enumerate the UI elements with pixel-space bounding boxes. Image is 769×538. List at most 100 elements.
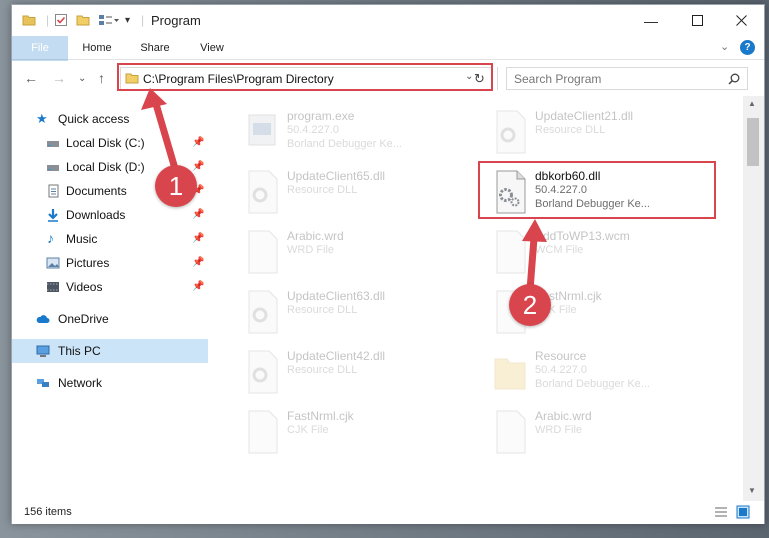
file-item[interactable]: program.exe 50.4.227.0 Borland Debugger … (239, 105, 469, 163)
file-item[interactable]: UpdateClient63.dll Resource DLL (239, 285, 469, 343)
file-name: UpdateClient42.dll (287, 349, 386, 363)
file-item[interactable]: UpdateClient65.dll Resource DLL (239, 165, 469, 223)
pin-icon[interactable]: 📌 (192, 257, 204, 268)
file-description: Borland Debugger Ke... (287, 138, 402, 150)
sidebar-item-local-disk-c[interactable]: Local Disk (C:) 📌 (12, 131, 208, 155)
file-name: UpdateClient65.dll (287, 169, 386, 183)
folder-icon (494, 358, 526, 390)
file-item[interactable]: Arabic.wrd WRD File (487, 405, 717, 463)
file-item[interactable]: FastNrml.cjk CJK File (239, 405, 469, 463)
file-type: WRD File (535, 424, 583, 436)
back-button[interactable]: ← (24, 70, 38, 86)
step-marker-2: 2 (509, 284, 551, 326)
properties-icon[interactable] (54, 12, 68, 28)
file-name: UpdateClient21.dll (535, 109, 634, 123)
file-item[interactable]: UpdateClient42.dll Resource DLL (239, 345, 469, 403)
customize-icon[interactable] (98, 12, 120, 28)
downloads-icon (48, 209, 58, 222)
pin-icon[interactable]: 📌 (192, 209, 204, 220)
file-item[interactable]: UpdateClient21.dll Resource DLL (487, 105, 717, 163)
minimize-button[interactable]: — (628, 5, 674, 36)
large-icons-view-icon[interactable] (736, 505, 750, 519)
sidebar-item-label: Documents (66, 184, 127, 198)
item-count: 156 items (24, 506, 72, 518)
sidebar-item-videos[interactable]: Videos 📌 (12, 275, 208, 299)
sidebar-item-label: Downloads (66, 208, 126, 222)
network-icon (37, 379, 49, 387)
window-title: Program (151, 13, 201, 28)
dll-icon (248, 350, 278, 394)
minimize-icon: — (644, 12, 658, 29)
search-icon[interactable] (728, 73, 740, 85)
pin-icon[interactable]: 📌 (192, 281, 204, 292)
expand-ribbon-icon[interactable]: ⌄ (720, 40, 729, 53)
blank-file-icon (496, 230, 526, 274)
sidebar-item-label: Pictures (66, 256, 110, 270)
close-button[interactable] (718, 5, 764, 36)
address-highlight-box (117, 63, 493, 91)
file-item[interactable]: AddToWP13.wcm WCM File (487, 225, 717, 283)
recent-locations-button[interactable]: ⌄ (78, 73, 86, 84)
file-name: Arabic.wrd (287, 229, 344, 243)
file-name: FastNrml.cjk (287, 409, 354, 423)
folder-icon[interactable] (22, 12, 36, 28)
file-name: program.exe (287, 109, 355, 123)
sidebar-item-label: This PC (58, 344, 101, 358)
details-view-icon[interactable] (714, 506, 728, 518)
scroll-down-icon[interactable]: ▼ (748, 486, 756, 495)
file-type: Resource DLL (287, 304, 358, 316)
close-icon (735, 15, 747, 26)
tab-share[interactable]: Share (133, 36, 177, 60)
file-item[interactable]: Resource 50.4.227.0 Borland Debugger Ke.… (487, 345, 717, 403)
sidebar-item-label: Videos (66, 280, 103, 294)
file-highlight-box (478, 161, 716, 219)
file-item[interactable]: Arabic.wrd WRD File (239, 225, 469, 283)
sidebar-item-music[interactable]: ♪ Music 📌 (12, 227, 208, 251)
pin-icon[interactable]: 📌 (192, 137, 204, 148)
help-icon[interactable]: ? (740, 40, 755, 55)
sidebar-item-network[interactable]: Network (12, 371, 208, 395)
title-bar: | ▾ | Program — (12, 5, 764, 36)
search-box[interactable]: Search Program (506, 67, 748, 90)
pin-icon[interactable]: 📌 (192, 161, 204, 172)
pin-icon[interactable]: 📌 (192, 233, 204, 244)
scrollbar-thumb[interactable] (747, 118, 759, 166)
sidebar-item-this-pc[interactable]: This PC (12, 339, 208, 363)
file-type: Resource DLL (287, 184, 358, 196)
divider (497, 67, 498, 90)
sidebar-item-onedrive[interactable]: OneDrive (12, 307, 208, 331)
qat-dropdown-icon[interactable]: ▾ (125, 12, 130, 28)
file-type: CJK File (287, 424, 329, 436)
file-list: program.exe 50.4.227.0 Borland Debugger … (209, 96, 743, 501)
file-type: WCM File (535, 244, 584, 256)
sidebar-item-pictures[interactable]: Pictures 📌 (12, 251, 208, 275)
ribbon: File Home Share View ⌄ ? (12, 36, 764, 94)
maximize-button[interactable] (674, 5, 720, 36)
up-button[interactable]: ↑ (98, 70, 105, 86)
forward-button[interactable]: → (52, 70, 66, 86)
file-type: Resource DLL (535, 124, 606, 136)
videos-icon (47, 282, 59, 292)
blank-file-icon (248, 410, 278, 454)
blank-file-icon (496, 410, 526, 454)
tab-home[interactable]: Home (75, 36, 119, 60)
file-name: AddToWP13.wcm (535, 229, 630, 243)
new-folder-icon[interactable] (76, 12, 90, 28)
tab-view[interactable]: View (190, 36, 234, 60)
file-version: 50.4.227.0 (287, 124, 339, 136)
file-description: Borland Debugger Ke... (535, 378, 650, 390)
vertical-scrollbar[interactable]: ▲ ▼ (743, 96, 764, 501)
search-input[interactable]: Search Program (514, 72, 601, 86)
scroll-up-icon[interactable]: ▲ (748, 99, 756, 108)
forward-arrow-icon: → (52, 70, 66, 86)
title-separator: | (141, 13, 145, 27)
sidebar-item-label: Local Disk (D:) (66, 160, 145, 174)
sidebar-item-quick-access[interactable]: ★ Quick access (12, 107, 208, 131)
file-name: Arabic.wrd (535, 409, 592, 423)
chevron-down-icon: ⌄ (78, 73, 87, 84)
dll-icon (248, 170, 278, 214)
blank-file-icon (248, 230, 278, 274)
sidebar-item-label: Local Disk (C:) (66, 136, 145, 150)
sidebar-item-label: Music (66, 232, 98, 246)
music-icon: ♪ (47, 230, 54, 246)
